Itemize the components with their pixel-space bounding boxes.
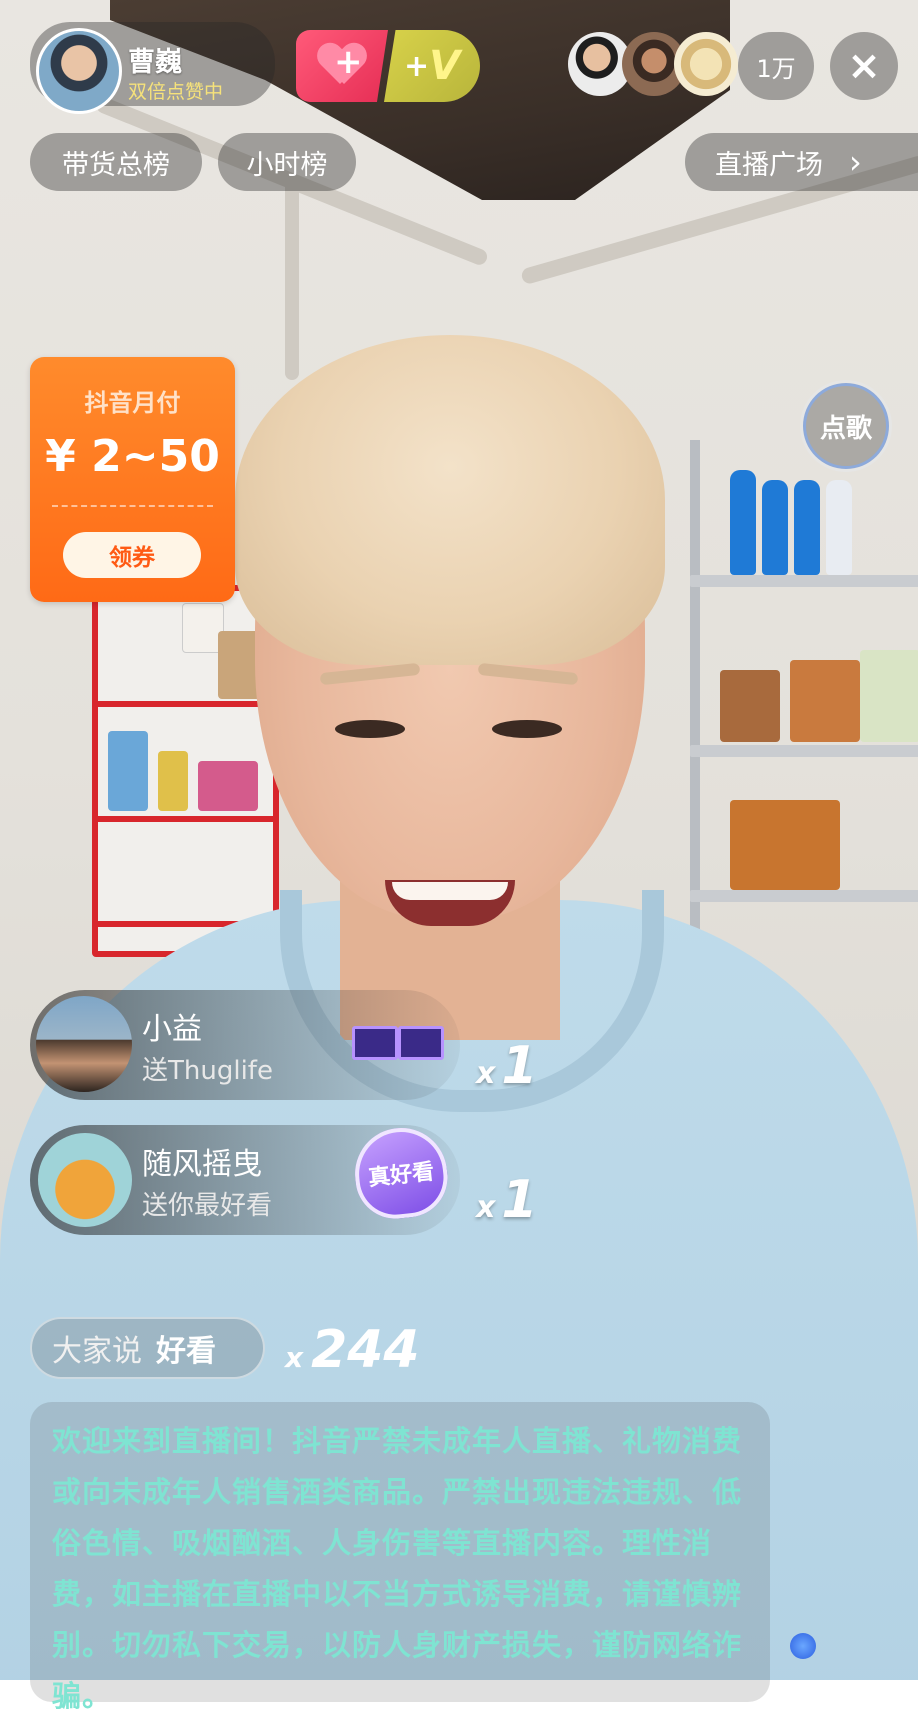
viewer-avatar-3[interactable] [674, 32, 738, 96]
right-eye [492, 720, 562, 738]
chevron-right-icon: › [849, 143, 862, 181]
comment-count-value: 244 [311, 1320, 420, 1380]
vip-plus-sign: + [403, 48, 430, 84]
teeth [392, 882, 508, 900]
gifter-name: 随风摇曳 [142, 1147, 262, 1182]
coupon-title: 抖音月付 [84, 389, 181, 417]
viewer-count[interactable]: 1万 [738, 32, 814, 100]
live-plaza-label: 直播广场 [715, 149, 823, 181]
gift-description: 送你最好看 [142, 1191, 273, 1221]
vip-v-letter: V [429, 43, 461, 89]
claim-coupon-button[interactable]: 领券 [63, 532, 201, 578]
gifter-name: 小益 [142, 1012, 202, 1047]
tab-hourly-rank[interactable]: 小时榜 [218, 133, 356, 191]
gifter-avatar[interactable] [36, 996, 132, 1092]
gift-count: x1 [476, 1036, 538, 1096]
monthly-pay-coupon[interactable]: 抖音月付 ¥ 2~50 领券 [30, 357, 235, 602]
gifter-avatar[interactable] [38, 1133, 132, 1227]
gift-count-value: 1 [501, 1170, 538, 1230]
plus-icon: + [334, 42, 363, 82]
gift-description: 送Thuglife [142, 1056, 273, 1086]
wall-pipe-vertical [285, 180, 299, 380]
left-eye [335, 720, 405, 738]
live-plaza-button[interactable]: 直播广场 › [685, 133, 918, 191]
vip-plus-button[interactable]: + V [384, 30, 480, 102]
everyone-says-label: 大家说 [52, 1334, 142, 1369]
coupon-amount: ¥ 2~50 [45, 431, 220, 482]
everyone-says-word: 好看 [156, 1334, 216, 1369]
metal-shelf [690, 440, 918, 940]
song-request-button[interactable]: 点歌 [800, 380, 892, 472]
coupon-divider [52, 505, 213, 507]
bubble-icon [790, 1633, 816, 1659]
gift-count-multiplier: x [476, 1190, 496, 1225]
gift-count-multiplier: x [476, 1056, 496, 1091]
comment-count-multiplier: x [285, 1341, 304, 1374]
thuglife-glasses-icon [350, 1020, 446, 1064]
red-shelf [92, 585, 279, 957]
like-boost-button[interactable]: + [296, 30, 388, 102]
host-name: 曹巍 [128, 47, 182, 78]
tab-sales-rank[interactable]: 带货总榜 [30, 133, 202, 191]
close-button[interactable]: × [830, 32, 898, 100]
gift-count-value: 1 [501, 1036, 538, 1096]
streamer-hair [235, 335, 665, 665]
gift-count: x1 [476, 1170, 538, 1230]
host-avatar[interactable] [36, 28, 122, 114]
comment-count: x 244 [285, 1320, 420, 1380]
host-status: 双倍点赞中 [128, 81, 224, 103]
close-icon: × [847, 43, 881, 89]
everyone-says-pill[interactable]: 大家说 好看 [30, 1317, 265, 1379]
platform-notice: 欢迎来到直播间！抖音严禁未成年人直播、礼物消费或向未成年人销售酒类商品。严禁出现… [30, 1402, 770, 1713]
